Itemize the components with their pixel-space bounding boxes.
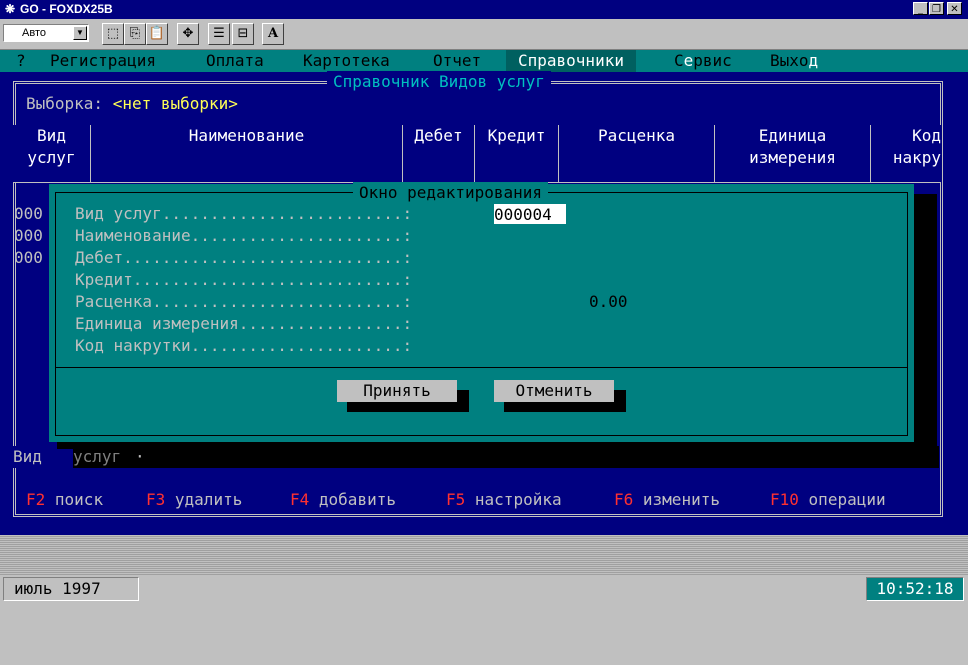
toolbar: Авто ▼ ⬚ ⎘ 📋 ✥ ☰ ⊟ A [0,19,968,50]
fkey-key: F5 [446,490,466,509]
search-line-cursor: · [135,447,145,466]
field-label-markup-code: Код накрутки......................: [75,336,413,355]
col-line2: накру [892,148,941,167]
col-line1: Наименование [188,126,305,145]
font-size-value: Авто [22,27,46,39]
col-service-type: Вид услуг [13,125,91,182]
fkey-label: операции [808,490,886,509]
col-debit: Дебет [403,125,475,182]
mark-icon[interactable]: ⬚ [102,23,124,45]
fkey-key: F4 [290,490,310,509]
menu-registration[interactable]: Регистрация [50,50,156,72]
copy-icon[interactable]: ⎘ [124,23,146,45]
menu-bar: ? Регистрация Оплата Картотека Отчет Спр… [0,50,968,72]
status-bar: июль 1997 10:52:18 [0,575,968,605]
fkey-label: поиск [54,490,104,509]
fkey-search[interactable]: F2 поиск [26,489,103,511]
menu-payment[interactable]: Оплата [206,50,264,72]
menu-service-pre: С [674,51,684,70]
accept-button[interactable]: Принять [337,380,457,402]
col-unit: Единица измерения [715,125,871,182]
col-line2: услуг [27,148,76,167]
fkey-settings[interactable]: F5 настройка [446,489,562,511]
search-line-field[interactable]: услуг · [73,446,939,468]
menu-card-index[interactable]: Картотека [303,50,390,72]
col-line1: Код [912,126,941,145]
status-clock: 10:52:18 [866,577,964,601]
fkey-label: добавить [318,490,396,509]
col-line1: Расценка [597,126,676,145]
close-button[interactable]: ✕ [947,2,962,15]
window-title: GO - FOXDX25B [20,2,113,16]
table-row[interactable]: 000 [14,225,43,247]
fkey-edit[interactable]: F6 изменить [614,489,720,511]
fkey-label: удалить [174,490,243,509]
font-size-select[interactable]: Авто ▼ [3,24,89,42]
field-label-unit: Единица измерения.................: [75,314,413,333]
edit-dialog-separator [55,367,908,368]
col-line1: Кредит [487,126,546,145]
col-line1: Вид [37,126,66,145]
fkey-key: F3 [146,490,166,509]
sampling-value: <нет выборки> [112,94,238,113]
console-area: ? Регистрация Оплата Картотека Отчет Спр… [0,50,968,575]
menu-directories[interactable]: Справочники [506,50,636,72]
search-line-label-pre: Вид [13,447,52,466]
col-line1: Дебет [414,126,463,145]
background-icon[interactable]: ⊟ [232,23,254,45]
field-label-credit: Кредит............................: [75,270,413,289]
menu-exit-hotkey: д [808,51,819,70]
field-label-service-type: Вид услуг.........................: [75,204,413,223]
edit-dialog: Окно редактирования Вид услуг...........… [49,182,914,442]
menu-service[interactable]: Сервис [674,50,732,72]
status-date: июль 1997 [3,577,139,601]
table-row[interactable]: 000 [14,247,43,269]
col-rate: Расценка [559,125,715,182]
fkey-add[interactable]: F4 добавить [290,489,396,511]
restore-button[interactable]: ❐ [929,2,944,15]
menu-service-post: рвис [693,51,732,70]
font-icon[interactable]: A [262,23,284,45]
title-bar: ❋ GO - FOXDX25B _ ❐ ✕ [0,0,968,19]
menu-exit-pre: Выхо [770,51,809,70]
fkey-key: F2 [26,490,46,509]
paste-icon[interactable]: 📋 [146,23,168,45]
menu-service-hotkey: е [683,51,694,70]
col-credit: Кредит [475,125,559,182]
cancel-button[interactable]: Отменить [494,380,614,402]
col-line2: измерения [749,148,836,167]
col-markup-code: Код накру [871,125,941,182]
fkey-label: изменить [642,490,720,509]
fkey-label: настройка [474,490,562,509]
sampling-line: Выборка: <нет выборки> [26,93,238,115]
fkey-key: F10 [770,490,799,509]
table-row[interactable]: 000 [14,203,43,225]
sampling-label: Выборка: [26,94,104,113]
service-type-input[interactable]: 000004 [494,204,566,224]
menu-exit[interactable]: Выход [770,50,818,72]
search-line: Вид услуг · [13,446,939,468]
table-header: Вид услуг Наименование Дебет Кредит Расце… [13,125,941,182]
fkey-operations[interactable]: F10 операции [770,489,886,511]
rate-value[interactable]: 0.00 [589,291,628,313]
field-label-name: Наименование......................: [75,226,413,245]
col-line1: Единица [758,126,827,145]
field-label-debit: Дебет.............................: [75,248,413,267]
fullscreen-icon[interactable]: ✥ [177,23,199,45]
app-icon[interactable]: ❋ [3,2,17,16]
edit-dialog-title: Окно редактирования [353,182,549,204]
minimize-button[interactable]: _ [913,2,928,15]
main-title: Справочник Видов услуг [327,71,551,93]
desktop-background [0,535,968,575]
menu-help[interactable]: ? [16,50,26,72]
properties-icon[interactable]: ☰ [208,23,230,45]
fkey-delete[interactable]: F3 удалить [146,489,242,511]
col-name: Наименование [91,125,403,182]
field-label-rate: Расценка..........................: [75,292,413,311]
chevron-down-icon[interactable]: ▼ [73,26,87,40]
fkey-key: F6 [614,490,634,509]
menu-report[interactable]: Отчет [433,50,481,72]
